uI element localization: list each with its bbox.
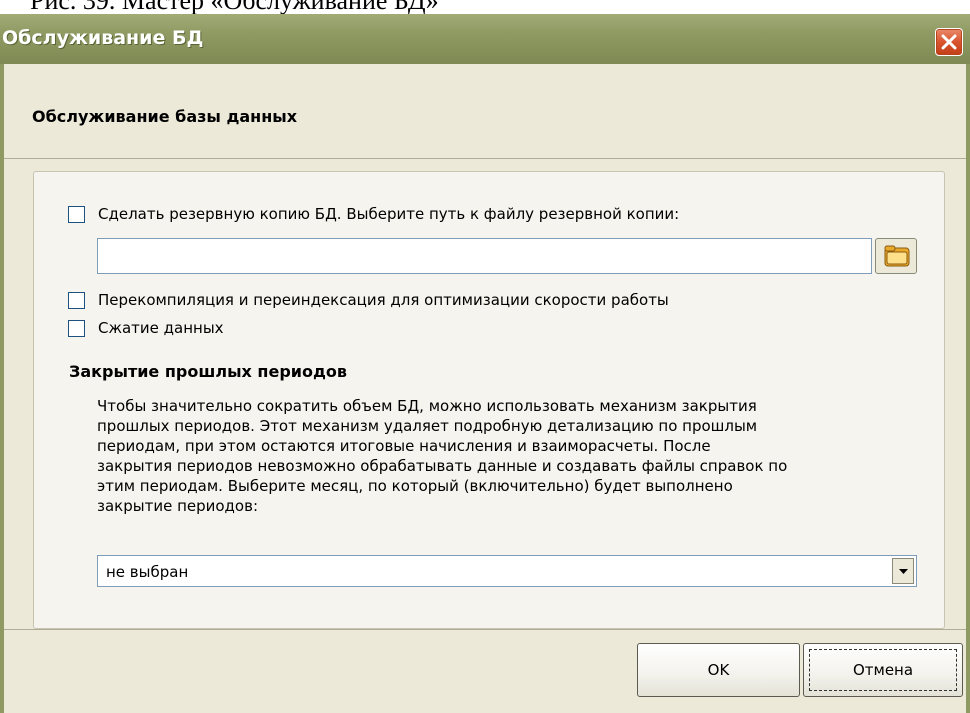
- closing-periods-title: Закрытие прошлых периодов: [69, 362, 348, 381]
- close-button[interactable]: [935, 28, 963, 56]
- month-select[interactable]: не выбран: [97, 555, 917, 587]
- header-title: Обслуживание базы данных: [32, 107, 298, 126]
- description-line: этим периодам. Выберите месяц, по которы…: [97, 477, 733, 495]
- description-line: периодам, при этом остаются итоговые нач…: [97, 437, 711, 455]
- compress-label: Сжатие данных: [98, 319, 224, 337]
- window-title: Обслуживание БД: [2, 27, 204, 49]
- cancel-button[interactable]: Отмена: [803, 643, 963, 697]
- closing-periods-description: Чтобы значительно сократить объем БД, мо…: [97, 396, 937, 516]
- title-bar[interactable]: Обслуживание БД: [0, 14, 970, 64]
- browse-folder-button[interactable]: [875, 238, 917, 274]
- compress-checkbox[interactable]: [68, 320, 85, 337]
- ok-button-label: OK: [707, 661, 730, 679]
- description-line: Чтобы значительно сократить объем БД, мо…: [97, 397, 757, 415]
- header-divider: [4, 158, 966, 159]
- cancel-button-label: Отмена: [852, 661, 914, 679]
- reindex-checkbox[interactable]: [68, 292, 85, 309]
- backup-checkbox[interactable]: [68, 206, 85, 223]
- window-frame-right: [966, 64, 970, 713]
- ok-button[interactable]: OK: [637, 643, 800, 697]
- backup-path-input[interactable]: [97, 238, 872, 274]
- backup-label: Сделать резервную копию БД. Выберите пут…: [98, 205, 680, 223]
- month-select-dropdown-button[interactable]: [892, 558, 914, 584]
- footer-divider: [4, 629, 966, 630]
- description-line: прошлых периодов. Этот механизм удаляет …: [97, 417, 758, 435]
- description-line: закрытия периодов невозможно обрабатыват…: [97, 457, 788, 475]
- description-line: закрытие периодов:: [97, 497, 259, 515]
- month-select-value: не выбран: [106, 563, 189, 581]
- reindex-label: Перекомпиляция и переиндексация для опти…: [98, 291, 669, 309]
- window-frame-left: [0, 64, 4, 713]
